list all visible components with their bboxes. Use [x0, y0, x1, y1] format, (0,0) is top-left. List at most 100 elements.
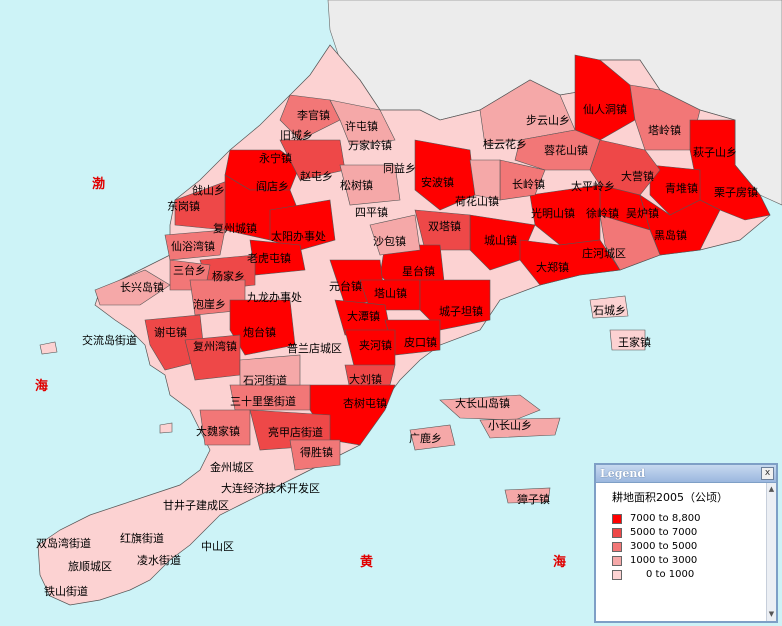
place-label: 大魏家镇: [196, 425, 240, 438]
place-label: 庄河城区: [582, 247, 626, 260]
scroll-down-icon[interactable]: ▼: [768, 611, 775, 618]
place-label: 万家岭镇: [348, 139, 392, 152]
place-label: 戗山乡: [192, 184, 225, 197]
place-label: 塔山镇: [374, 287, 407, 300]
legend-row-label: 5000 to 7000: [630, 527, 698, 538]
place-label: 蓉花山镇: [544, 144, 588, 157]
close-icon[interactable]: x: [761, 467, 774, 480]
place-label: 阎店乡: [256, 180, 289, 193]
legend-swatch: [612, 542, 622, 552]
sea-label-bo: 渤: [92, 177, 106, 192]
place-label: 石河街道: [243, 374, 287, 387]
place-label: 四平镇: [355, 206, 388, 219]
place-label: 炮台镇: [243, 326, 276, 339]
place-label: 獐子镇: [517, 493, 550, 506]
sea-label-hai-east: 海: [553, 555, 567, 570]
scroll-up-icon[interactable]: ▲: [768, 486, 775, 493]
place-label: 李官镇: [297, 109, 330, 122]
place-label: 长岭镇: [512, 178, 545, 191]
legend-row-label: 0 to 1000: [646, 569, 695, 580]
legend-swatch: [612, 570, 622, 580]
place-label: 大长山岛镇: [455, 397, 510, 410]
place-label: 老虎屯镇: [247, 252, 291, 265]
place-label: 太平岭乡: [571, 180, 615, 193]
place-label: 旧城乡: [280, 129, 313, 142]
legend-title-bar[interactable]: Legend x: [596, 465, 776, 483]
place-label: 大郑镇: [536, 261, 569, 274]
legend-title: Legend: [600, 467, 646, 480]
place-label: 石城乡: [593, 304, 626, 317]
island-small-2: [159, 422, 173, 434]
place-label: 长兴岛镇: [120, 281, 164, 294]
place-label: 铁山街道: [44, 585, 88, 598]
place-label: 复州湾镇: [193, 340, 237, 353]
place-label: 夹河镇: [359, 339, 392, 352]
legend-panel: Legend x 耕地面积2005（公顷） 7000 to 8,800 5000…: [594, 463, 778, 623]
place-label: 三十里堡街道: [230, 395, 296, 408]
place-label: 九龙办事处: [247, 291, 302, 304]
island-small-1: [39, 341, 58, 355]
legend-swatch: [612, 528, 622, 538]
place-label: 同益乡: [383, 162, 416, 175]
place-label: 大营镇: [621, 170, 654, 183]
place-label: 仙人洞镇: [583, 103, 627, 116]
place-label: 大潭镇: [347, 310, 380, 323]
place-label: 小长山乡: [488, 419, 532, 432]
place-label: 元台镇: [329, 280, 362, 293]
place-label: 赵屯乡: [300, 170, 333, 183]
sea-label-hai-west: 海: [35, 379, 49, 394]
place-label: 仙浴湾镇: [171, 240, 215, 253]
place-label: 桂云花乡: [483, 138, 527, 151]
place-label: 复州城镇: [213, 222, 257, 235]
legend-swatch: [612, 556, 622, 566]
place-label: 青堆镇: [665, 182, 698, 195]
place-label: 步云山乡: [526, 114, 570, 127]
place-label: 徐岭镇: [586, 207, 619, 220]
place-label: 沙包镇: [373, 235, 406, 248]
place-label: 光明山镇: [531, 207, 575, 220]
place-label: 永宁镇: [259, 152, 292, 165]
place-label: 广鹿乡: [409, 432, 442, 445]
place-label: 东岗镇: [167, 200, 200, 213]
place-label: 甘井子建成区: [163, 499, 229, 512]
place-label: 中山区: [201, 540, 234, 553]
place-label: 太阳办事处: [271, 230, 326, 243]
place-label: 金州城区: [210, 461, 254, 474]
place-label: 塔岭镇: [648, 124, 681, 137]
place-label: 大刘镇: [349, 373, 382, 386]
sea-label-huang: 黄: [360, 555, 374, 570]
place-label: 城子坦镇: [439, 305, 483, 318]
place-label: 王家镇: [618, 336, 651, 349]
place-label: 荷花山镇: [455, 195, 499, 208]
legend-scrollbar[interactable]: ▲ ▼: [766, 483, 776, 621]
place-label: 谢屯镇: [154, 326, 187, 339]
place-label: 松树镇: [340, 179, 373, 192]
place-label: 双塔镇: [428, 220, 461, 233]
place-label: 黑岛镇: [654, 229, 687, 242]
place-label: 安波镇: [421, 176, 454, 189]
place-label: 吴炉镇: [626, 207, 659, 220]
place-label: 双岛湾街道: [36, 537, 91, 550]
place-label: 星台镇: [402, 265, 435, 278]
place-label: 萩子山乡: [693, 146, 737, 159]
place-label: 大连经济技术开发区: [221, 482, 320, 495]
place-label: 城山镇: [484, 234, 517, 247]
place-label: 旅顺城区: [68, 560, 112, 573]
legend-row-label: 7000 to 8,800: [630, 513, 701, 524]
place-label: 杨家乡: [212, 270, 245, 283]
legend-row-label: 3000 to 5000: [630, 541, 698, 552]
place-label: 泡崖乡: [193, 298, 226, 311]
place-label: 得胜镇: [300, 446, 333, 459]
place-label: 杏树屯镇: [343, 397, 387, 410]
place-label: 许屯镇: [345, 120, 378, 133]
place-label: 凌水街道: [137, 554, 181, 567]
legend-heading: 耕地面积2005（公顷）: [612, 491, 728, 504]
place-label: 红旗街道: [120, 532, 164, 545]
place-label: 三台乡: [173, 264, 206, 277]
place-label: 交流岛街道: [82, 334, 137, 347]
place-label: 普兰店城区: [287, 342, 342, 355]
place-label: 皮口镇: [404, 336, 437, 349]
legend-row-label: 1000 to 3000: [630, 555, 698, 566]
place-label: 亮甲店街道: [268, 426, 323, 439]
legend-swatch: [612, 514, 622, 524]
